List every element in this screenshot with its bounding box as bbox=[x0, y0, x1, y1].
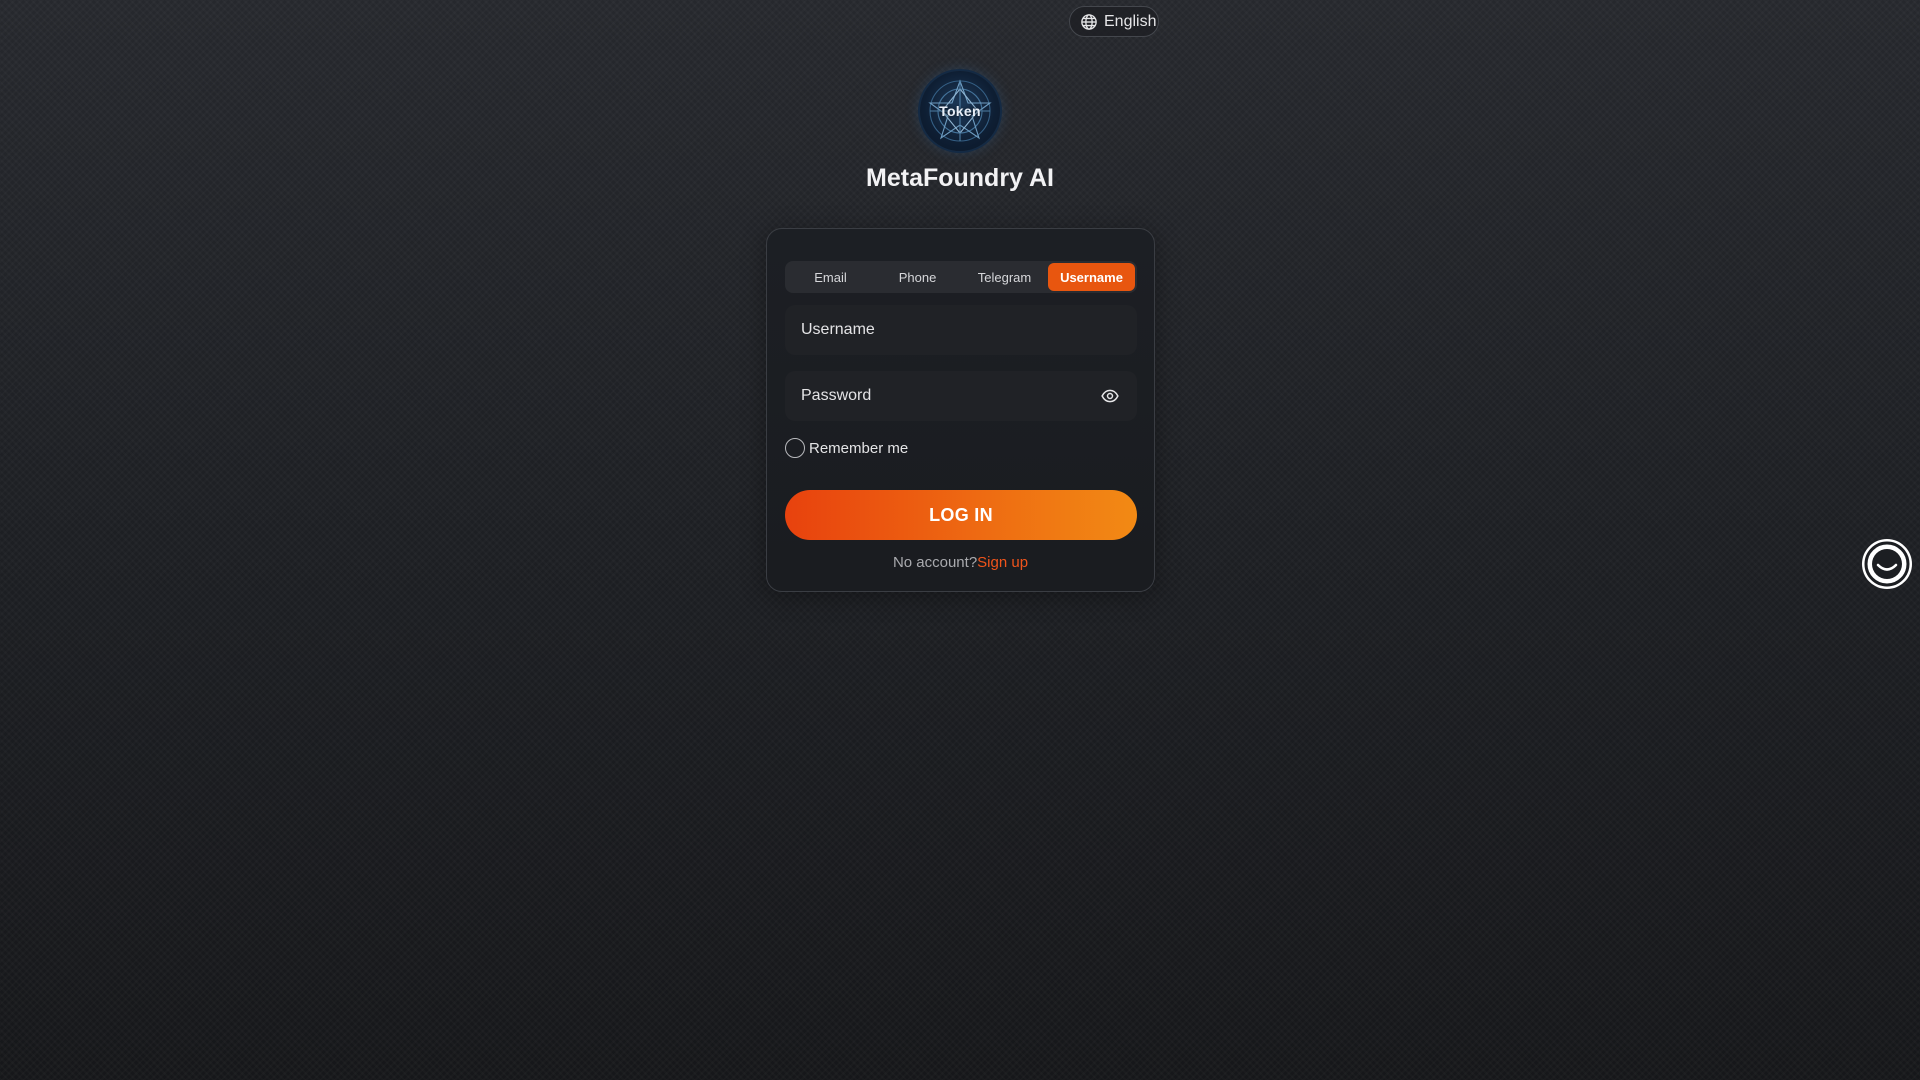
tab-email[interactable]: Email bbox=[787, 263, 874, 291]
login-card: Email Phone Telegram Username Remember m… bbox=[766, 228, 1155, 592]
remember-me-option[interactable]: Remember me bbox=[785, 438, 908, 458]
eye-icon[interactable] bbox=[1101, 388, 1119, 404]
tab-telegram[interactable]: Telegram bbox=[961, 263, 1048, 291]
support-chat-icon bbox=[1864, 541, 1910, 587]
tab-phone[interactable]: Phone bbox=[874, 263, 961, 291]
brand-title: MetaFoundry AI bbox=[866, 164, 1054, 192]
signup-link[interactable]: Sign up bbox=[977, 554, 1028, 571]
remember-me-label: Remember me bbox=[809, 439, 909, 457]
logo-text: Token bbox=[939, 103, 981, 119]
password-input[interactable] bbox=[801, 387, 1121, 405]
login-button[interactable]: LOG IN bbox=[785, 490, 1137, 540]
tab-username[interactable]: Username bbox=[1048, 263, 1135, 291]
language-switcher[interactable]: English bbox=[1069, 6, 1159, 37]
login-method-tabs: Email Phone Telegram Username bbox=[785, 261, 1137, 293]
support-chat-button[interactable] bbox=[1862, 539, 1912, 589]
app-logo: Token bbox=[920, 71, 1000, 151]
password-field bbox=[785, 371, 1137, 421]
username-field bbox=[785, 305, 1137, 355]
username-input[interactable] bbox=[801, 321, 1121, 339]
signup-prompt: No account?Sign up bbox=[767, 554, 1154, 571]
no-account-text: No account? bbox=[892, 554, 978, 571]
language-label: English bbox=[1104, 12, 1157, 30]
globe-icon bbox=[1081, 13, 1097, 30]
remember-me-radio[interactable] bbox=[785, 438, 805, 458]
